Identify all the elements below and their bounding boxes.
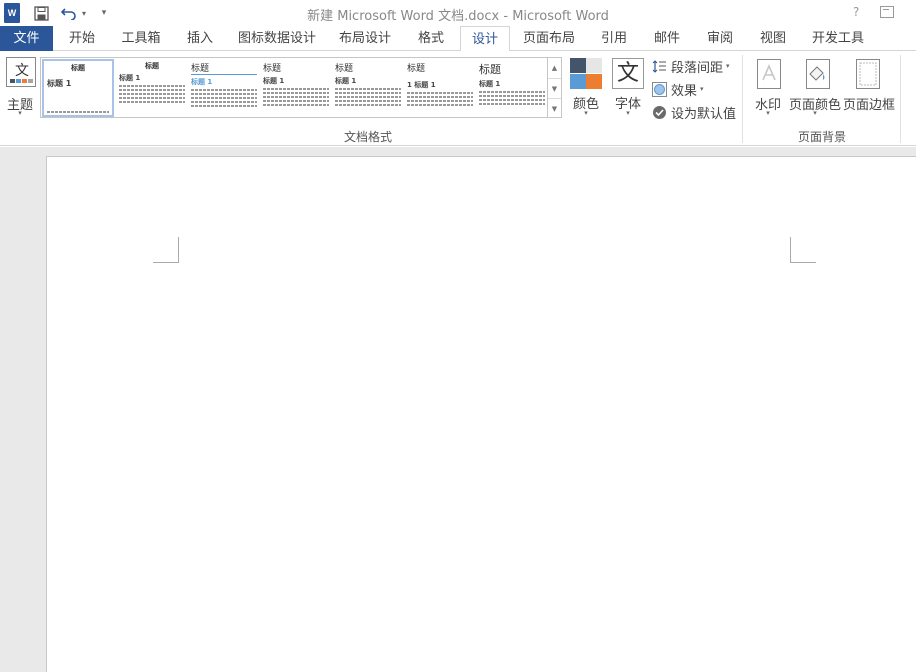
style-set-item[interactable]: 标题 标题 1	[260, 59, 332, 117]
set-as-default-button[interactable]: 设为默认值	[652, 102, 736, 122]
watermark-icon	[757, 59, 781, 89]
group-separator	[900, 55, 901, 143]
document-page[interactable]	[46, 156, 916, 672]
style-set-item[interactable]: 标题 标题 1	[42, 59, 114, 117]
page-borders-icon	[856, 59, 880, 89]
tab-insert[interactable]: 插入	[178, 26, 222, 51]
gallery-scroll-down-icon[interactable]: ▼	[548, 78, 561, 98]
gallery-scrollbar: ▲ ▼ ▼	[548, 57, 562, 118]
page-borders-label: 页面边框	[842, 98, 895, 113]
help-icon[interactable]: ?	[853, 5, 859, 19]
tab-mailings[interactable]: 邮件	[645, 26, 689, 51]
effects-button[interactable]: 效果 ▾	[652, 79, 704, 99]
window-title: 新建 Microsoft Word 文档.docx - Microsoft Wo…	[307, 9, 609, 24]
gallery-more-icon[interactable]: ▼	[548, 98, 561, 118]
title-bar: W ▾ ▾ 新建 Microsoft Word 文档.docx - Micros…	[0, 0, 916, 26]
colors-dropdown-icon: ▾	[584, 109, 588, 117]
style-set-gallery: 标题 标题 1 标题 标题 1 标题 标题 1 标题 标题 1 标题 标题 1 …	[40, 57, 548, 118]
tab-home[interactable]: 开始	[56, 26, 108, 51]
page-color-icon	[806, 59, 830, 89]
style-set-item[interactable]: 标题 标题 1	[476, 59, 547, 117]
crop-mark-left	[153, 237, 179, 263]
style-set-item[interactable]: 标题 1 标题 1	[404, 59, 476, 117]
style-set-item[interactable]: 标题 标题 1	[332, 59, 404, 117]
effects-dropdown-icon: ▾	[700, 85, 704, 93]
page-color-dropdown-icon: ▾	[813, 109, 817, 117]
paragraph-spacing-button[interactable]: 段落间距 ▾	[652, 56, 730, 76]
themes-icon: 文	[6, 57, 36, 87]
watermark-dropdown-icon: ▾	[766, 109, 770, 117]
paragraph-spacing-dropdown-icon: ▾	[726, 62, 730, 70]
checkmark-icon	[652, 105, 667, 120]
tab-review[interactable]: 审阅	[698, 26, 742, 51]
effects-icon	[652, 81, 667, 97]
svg-text:文: 文	[15, 63, 29, 79]
paragraph-spacing-icon	[652, 59, 667, 74]
style-set-item[interactable]: 标题 标题 1	[116, 59, 188, 117]
themes-dropdown-icon: ▾	[18, 109, 22, 117]
tab-format[interactable]: 格式	[410, 26, 452, 51]
tab-view[interactable]: 视图	[751, 26, 795, 51]
document-area	[0, 147, 916, 672]
document-formatting-group-label: 文档格式	[343, 130, 392, 144]
tab-toolbox[interactable]: 工具箱	[112, 26, 170, 51]
tab-file[interactable]: 文件	[0, 26, 53, 51]
gallery-scroll-up-icon[interactable]: ▲	[548, 58, 561, 78]
tab-chart-data-design[interactable]: 图标数据设计	[232, 26, 322, 51]
tab-references[interactable]: 引用	[592, 26, 636, 51]
ribbon-tabs: 文件 开始 工具箱 插入 图标数据设计 布局设计 格式 设计 页面布局 引用 邮…	[0, 26, 916, 52]
ribbon: 文 主题 ▾ 标题 标题 1 标题 标题 1 标题 标题 1 标题 标题 1 标…	[0, 51, 916, 146]
colors-icon	[570, 58, 602, 89]
page-background-group-label: 页面背景	[797, 130, 846, 144]
ribbon-display-options-icon[interactable]	[880, 6, 894, 18]
themes-button[interactable]: 文 主题 ▾	[2, 51, 38, 121]
tab-page-layout[interactable]: 页面布局	[516, 26, 582, 51]
group-separator	[742, 55, 743, 143]
style-set-item[interactable]: 标题 标题 1	[188, 59, 260, 117]
tab-layout-design[interactable]: 布局设计	[333, 26, 397, 51]
tab-developer[interactable]: 开发工具	[805, 26, 871, 51]
fonts-icon: 文	[612, 58, 644, 89]
crop-mark-right	[790, 237, 816, 263]
tab-design[interactable]: 设计	[460, 26, 510, 52]
fonts-dropdown-icon: ▾	[626, 109, 630, 117]
